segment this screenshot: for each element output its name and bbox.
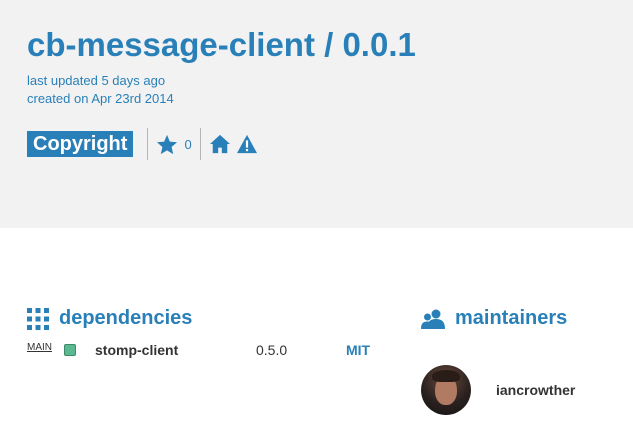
license-badge[interactable]: Copyright: [27, 131, 134, 157]
star-count: 0: [184, 136, 192, 152]
grid-icon: [27, 307, 49, 330]
maintainer-link[interactable]: iancrowther: [421, 365, 575, 415]
dependency-license-link[interactable]: MIT: [346, 342, 370, 358]
avatar-hair: [432, 370, 460, 382]
badge-divider: [199, 128, 201, 160]
dependency-kind: MAIN: [27, 342, 52, 353]
created-date-text: created on Apr 23rd 2014: [27, 91, 174, 106]
page-title: cb-message-client / 0.0.1: [27, 26, 416, 63]
maintainers-heading-label: maintainers: [455, 307, 568, 329]
dependency-row: MAIN stomp-client 0.5.0 MIT: [27, 340, 387, 360]
last-updated-text: last updated 5 days ago: [27, 73, 166, 88]
dependency-version: 0.5.0: [256, 342, 288, 358]
dependencies-heading: dependencies: [27, 307, 192, 330]
star-icon: [156, 134, 178, 155]
warning-icon[interactable]: [236, 134, 258, 154]
home-icon[interactable]: [209, 134, 231, 154]
avatar[interactable]: [421, 365, 471, 415]
maintainers-heading: maintainers: [421, 307, 567, 330]
maintainer-username[interactable]: iancrowther: [496, 382, 575, 398]
dependency-status-indicator: [64, 344, 76, 356]
dependencies-heading-label: dependencies: [59, 307, 193, 329]
package-badges: Copyright 0: [27, 128, 258, 160]
users-icon: [421, 309, 445, 329]
package-header: cb-message-client / 0.0.1 last updated 5…: [0, 0, 633, 228]
star-button[interactable]: 0: [148, 134, 199, 155]
dependency-name-link[interactable]: stomp-client: [95, 342, 178, 358]
